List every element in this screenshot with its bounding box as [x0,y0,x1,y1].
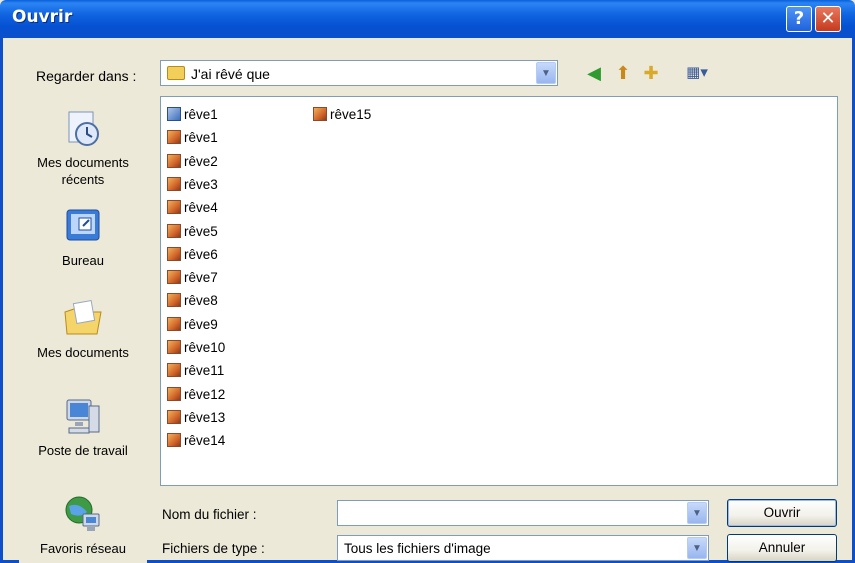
image-file-icon [167,433,181,448]
file-name: rêve8 [184,293,218,309]
file-item[interactable]: rêve8 [167,290,218,312]
image-file-icon [167,340,181,354]
file-item[interactable]: rêve5 [167,221,218,243]
filename-label: Nom du fichier : [162,507,257,522]
place-label: Bureau [62,253,104,268]
place-label: Favoris réseau [40,541,126,556]
image-file-icon [167,409,181,424]
place-my-computer[interactable]: Poste de travail [19,394,147,459]
place-label: Poste de travail [38,443,128,458]
places-bar: Mes documents récents Bureau Mes documen… [19,96,147,563]
shortcut-file-icon [167,107,181,121]
file-name: rêve1 [184,130,218,146]
file-list[interactable]: rêve1 rêve1 rêve2 rêve3 rêve4 rêve5 rêve6 rêve7… [160,96,838,486]
window-title: Ouvrir [12,7,73,27]
my-computer-icon [66,399,100,434]
file-name: rêve4 [184,200,218,216]
filename-field[interactable]: ▼ [337,500,709,526]
place-my-documents[interactable]: Mes documents [19,296,147,361]
file-item[interactable]: rêve13 [167,407,225,429]
file-item[interactable]: rêve9 [167,314,218,336]
file-name: rêve5 [184,223,218,239]
file-item[interactable]: rêve12 [167,384,225,406]
look-in-dropdown[interactable]: J'ai rêvé que ▼ [160,60,558,86]
place-desktop[interactable]: Bureau [19,204,147,269]
image-file-icon [167,316,181,331]
file-item[interactable]: rêve2 [167,151,218,173]
file-item[interactable]: rêve7 [167,267,218,289]
filetype-value: Tous les fichiers d'image [344,541,491,556]
file-item[interactable]: rêve3 [167,174,218,196]
file-item[interactable]: rêve11 [167,360,224,382]
place-label: Mes documents [37,345,129,360]
title-bar[interactable]: Ouvrir ? ✕ [0,0,855,38]
file-name: rêve1 [184,107,218,122]
open-button[interactable]: Ouvrir [727,499,837,527]
file-name: rêve2 [184,153,218,169]
new-folder-icon[interactable]: ✚ [640,62,662,84]
image-file-icon [167,293,181,308]
folder-icon [167,66,185,80]
network-places-icon [65,496,100,531]
file-item[interactable]: rêve1 [167,127,218,149]
place-label: Mes documents récents [37,155,129,187]
my-documents-icon [64,300,102,335]
image-file-icon [167,176,181,191]
chevron-down-icon[interactable]: ▼ [687,537,707,559]
file-name: rêve14 [184,433,226,449]
views-menu-icon[interactable]: ▦▾ [680,62,714,84]
file-item[interactable]: rêve15 [313,104,371,126]
image-file-icon [167,200,181,215]
file-name: rêve6 [184,246,218,262]
file-name: rêve10 [184,340,226,355]
cancel-button[interactable]: Annuler [727,534,837,562]
image-file-icon [167,153,181,168]
file-name: rêve3 [184,176,218,192]
back-icon[interactable]: ◀ [583,62,605,84]
file-name: rêve15 [330,107,372,122]
file-name: rêve7 [184,270,218,286]
filetype-dropdown[interactable]: Tous les fichiers d'image ▼ [337,535,709,561]
look-in-label: Regarder dans : [36,68,137,84]
file-item[interactable]: rêve10 [167,337,225,359]
recent-documents-icon [68,111,99,146]
close-button[interactable]: ✕ [815,6,841,32]
help-button[interactable]: ? [786,6,812,32]
look-in-value: J'ai rêvé que [191,66,270,82]
filetype-label: Fichiers de type : [162,541,265,556]
file-name: rêve11 [184,363,225,379]
place-recent-documents[interactable]: Mes documents récents [19,106,147,188]
chevron-down-icon[interactable]: ▼ [687,502,707,524]
up-folder-icon[interactable]: ⬆ [612,62,634,84]
file-name: rêve12 [184,386,226,402]
image-file-icon [167,223,181,238]
file-item[interactable]: rêve4 [167,197,218,219]
image-file-icon [167,246,181,261]
file-item[interactable]: rêve14 [167,430,225,452]
file-item[interactable]: rêve6 [167,244,218,266]
place-network[interactable]: Favoris réseau [19,492,147,557]
file-name: rêve9 [184,316,218,332]
chevron-down-icon[interactable]: ▼ [536,62,556,84]
file-item[interactable]: rêve1 [167,104,218,126]
desktop-icon [66,209,100,241]
image-file-icon [313,107,327,121]
image-file-icon [167,270,181,285]
image-file-icon [167,386,181,401]
file-name: rêve13 [184,409,226,425]
image-file-icon [167,130,181,145]
image-file-icon [167,363,181,378]
